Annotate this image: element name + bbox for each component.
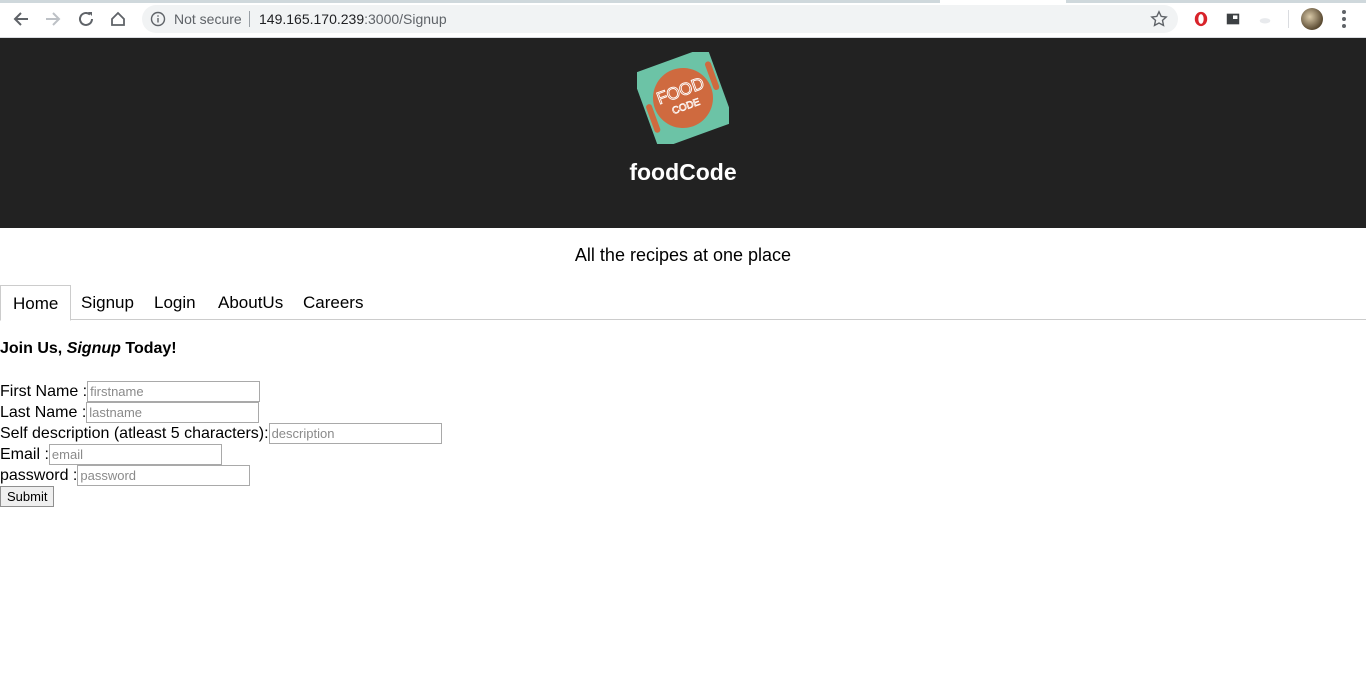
cloud-extension-icon[interactable] bbox=[1256, 10, 1274, 28]
food-code-logo: FOOD CODE bbox=[637, 52, 729, 144]
nav-tabs: Home Signup Login AboutUs Careers bbox=[0, 285, 1366, 321]
home-icon[interactable] bbox=[107, 8, 129, 30]
lastname-label: Last Name : bbox=[0, 403, 87, 421]
reload-icon[interactable] bbox=[75, 8, 97, 30]
firstname-label: First Name : bbox=[0, 382, 88, 400]
info-icon[interactable] bbox=[150, 11, 166, 27]
email-input[interactable] bbox=[48, 444, 222, 465]
form-title: Join Us, Signup Today! bbox=[0, 340, 177, 358]
divider bbox=[1288, 10, 1289, 28]
email-label: Email : bbox=[0, 445, 49, 463]
submit-button[interactable]: Submit bbox=[0, 486, 55, 507]
site-name: foodCode bbox=[629, 159, 737, 185]
profile-avatar[interactable] bbox=[1301, 8, 1323, 30]
url-path: :3000/Signup bbox=[364, 11, 447, 27]
email-row: Email : bbox=[0, 444, 222, 465]
more-menu-icon[interactable] bbox=[1334, 9, 1354, 29]
back-arrow-icon[interactable] bbox=[10, 8, 32, 30]
description-input[interactable] bbox=[268, 423, 442, 444]
tab-login[interactable]: Login bbox=[142, 285, 208, 320]
password-label: password : bbox=[0, 466, 78, 484]
bookmark-star-icon[interactable] bbox=[1150, 10, 1168, 28]
form-title-emphasis: Signup bbox=[66, 340, 121, 357]
lastname-row: Last Name : bbox=[0, 402, 260, 423]
lastname-input[interactable] bbox=[86, 402, 260, 423]
security-status: Not secure bbox=[174, 11, 242, 27]
password-input[interactable] bbox=[77, 465, 251, 486]
form-title-suffix: Today! bbox=[120, 340, 177, 357]
url-host: 149.165.170.239 bbox=[259, 11, 365, 27]
tagline: All the recipes at one place bbox=[574, 245, 792, 265]
firstname-row: First Name : bbox=[0, 381, 261, 402]
forward-arrow-icon[interactable] bbox=[42, 8, 64, 30]
opera-icon[interactable] bbox=[1192, 10, 1210, 28]
tab-aboutus[interactable]: AboutUs bbox=[206, 285, 295, 320]
tab-signup[interactable]: Signup bbox=[69, 285, 146, 320]
description-label: Self description (atleast 5 characters): bbox=[0, 424, 269, 442]
tab-strip bbox=[0, 0, 1366, 3]
extension-icon[interactable] bbox=[1224, 10, 1242, 28]
description-row: Self description (atleast 5 characters): bbox=[0, 423, 442, 444]
password-row: password : bbox=[0, 465, 251, 486]
address-bar[interactable]: Not secure 149.165.170.239:3000/Signup bbox=[142, 5, 1178, 33]
tab-home[interactable]: Home bbox=[0, 285, 72, 321]
tab-careers[interactable]: Careers bbox=[291, 285, 375, 320]
form-title-prefix: Join Us, bbox=[0, 340, 67, 357]
firstname-input[interactable] bbox=[87, 381, 261, 402]
site-header: FOOD CODE foodCode bbox=[0, 38, 1366, 228]
divider bbox=[249, 11, 250, 27]
browser-toolbar: Not secure 149.165.170.239:3000/Signup bbox=[0, 0, 1366, 38]
url-text[interactable]: 149.165.170.239:3000/Signup bbox=[259, 11, 447, 27]
